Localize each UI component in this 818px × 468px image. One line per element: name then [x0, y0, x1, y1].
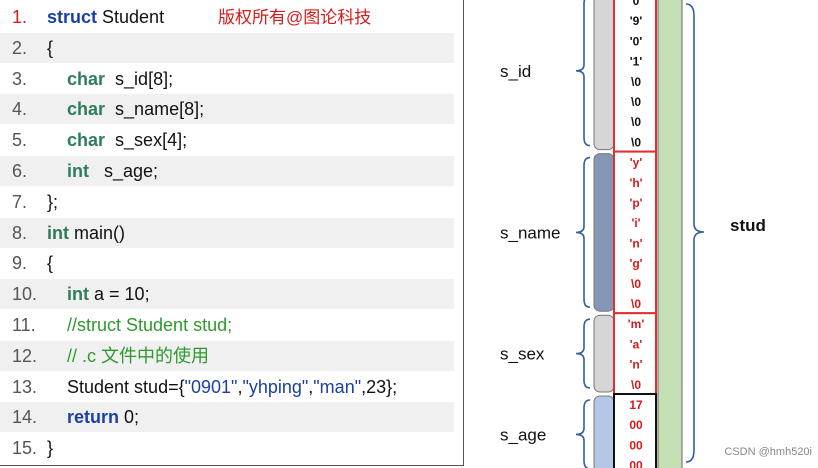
line-number: 9. — [12, 253, 28, 274]
line-number: 15. — [12, 438, 38, 459]
memory-cell: \0 — [631, 75, 641, 89]
field-bar-s_id — [593, 0, 615, 151]
memory-cell: 00 — [629, 459, 643, 468]
code-line: 13. Student stud={"0901","yhping","man",… — [0, 372, 454, 402]
line-number: 11. — [12, 315, 36, 335]
code-line: 12. // .c 文件中的使用 — [0, 340, 454, 371]
code-text: //struct Student stud; — [47, 315, 233, 335]
code-line: 8. int main() — [0, 217, 454, 248]
memory-cell: 'n' — [629, 236, 642, 250]
code-text: Student stud={"0901","yhping","man",23}; — [47, 376, 398, 397]
code-line: 2. { — [0, 32, 454, 63]
line-number: 12. — [12, 345, 38, 366]
code-line: 14. return 0; — [0, 402, 454, 433]
code-text: char s_name[8]; — [67, 99, 205, 120]
copyright-text: 版权所有@图论科技 — [218, 8, 372, 27]
memory-cell: 'i' — [631, 216, 640, 230]
field-label-s_id: s_id — [500, 62, 531, 81]
line-number: 10. — [12, 284, 38, 305]
code-text: { — [47, 253, 54, 274]
code-text: int s_age; — [67, 161, 159, 181]
line-number: 13. — [12, 376, 38, 397]
line-number: 1. — [12, 7, 28, 27]
memory-cell: \0 — [631, 297, 641, 311]
brace-icon — [575, 156, 591, 308]
code-text: // .c 文件中的使用 — [47, 345, 210, 366]
memory-cell: \0 — [631, 277, 641, 291]
field-bar-s_age — [593, 395, 615, 468]
memory-cell: \0 — [631, 115, 641, 129]
code-line: 3. char s_id[8]; — [0, 64, 454, 94]
field-label-s_sex: s_sex — [500, 345, 545, 364]
memory-cell: 00 — [629, 418, 643, 432]
brace-icon — [575, 399, 591, 468]
memory-cell: 'a' — [630, 337, 643, 351]
struct-bar — [657, 0, 683, 468]
code-text: } — [47, 438, 54, 459]
line-number: 14. — [12, 407, 38, 428]
code-text: { — [47, 37, 54, 58]
line-number: 8. — [12, 222, 28, 243]
memory-cell: 'm' — [628, 317, 645, 331]
memory-cell: 'g' — [629, 257, 642, 271]
memory-cell: \0 — [631, 95, 641, 109]
code-text: int a = 10; — [67, 284, 150, 305]
field-bar-s_sex — [593, 314, 615, 393]
memory-cell: 'h' — [629, 176, 642, 190]
field-label-s_name: s_name — [500, 223, 560, 242]
memory-cell: 'y' — [630, 156, 643, 170]
memory-cell: '0' — [630, 0, 643, 8]
code-panel: 1. struct Student 2.{3. char s_id[8]; 4. ch… — [0, 0, 464, 466]
code-line: 6. int s_age; — [0, 156, 454, 186]
field-label-s_age: s_age — [500, 425, 546, 444]
line-number: 4. — [12, 99, 28, 120]
struct-brace-icon — [685, 3, 705, 463]
memory-cell: 17 — [629, 398, 643, 412]
line-number: 6. — [12, 161, 28, 181]
code-line: 7.}; — [0, 187, 454, 217]
memory-diagram: '0' '9' '0' '1' \0 \0 \0 \0 s_id 'y' 'h' 'p' 'i' 'n' '… — [500, 0, 766, 468]
code-line: 4. char s_name[8]; — [0, 94, 454, 125]
memory-cell: 00 — [629, 438, 643, 452]
code-line: 10. int a = 10; — [0, 279, 454, 310]
code-text: int main() — [47, 222, 126, 243]
brace-icon — [575, 318, 591, 389]
watermark: CSDN @hmh520i — [724, 446, 812, 458]
memory-cell: 'p' — [629, 196, 642, 210]
code-text: return 0; — [67, 407, 140, 428]
code-line: 15.} — [0, 433, 454, 463]
code-line: 11. //struct Student stud; — [0, 310, 454, 340]
code-text: struct Student — [47, 7, 165, 27]
memory-cell: 'n' — [629, 358, 642, 372]
code-line: 9. { — [0, 248, 454, 278]
line-number: 3. — [12, 68, 28, 89]
line-number: 5. — [12, 130, 28, 151]
struct-label: stud — [730, 216, 766, 235]
code-text: }; — [47, 191, 59, 212]
memory-cell: \0 — [631, 378, 641, 392]
memory-cell: '1' — [630, 55, 643, 69]
memory-cell: '0' — [630, 34, 643, 48]
memory-cell: \0 — [631, 135, 641, 149]
memory-cell: '9' — [630, 14, 643, 28]
code-line: 5. char s_sex[4]; — [0, 125, 454, 155]
line-number: 2. — [12, 37, 28, 58]
field-bar-s_name — [593, 153, 615, 312]
code-text: char s_id[8]; — [67, 68, 174, 89]
line-number: 7. — [12, 191, 28, 212]
brace-icon — [575, 0, 591, 147]
code-text: char s_sex[4]; — [67, 130, 188, 151]
